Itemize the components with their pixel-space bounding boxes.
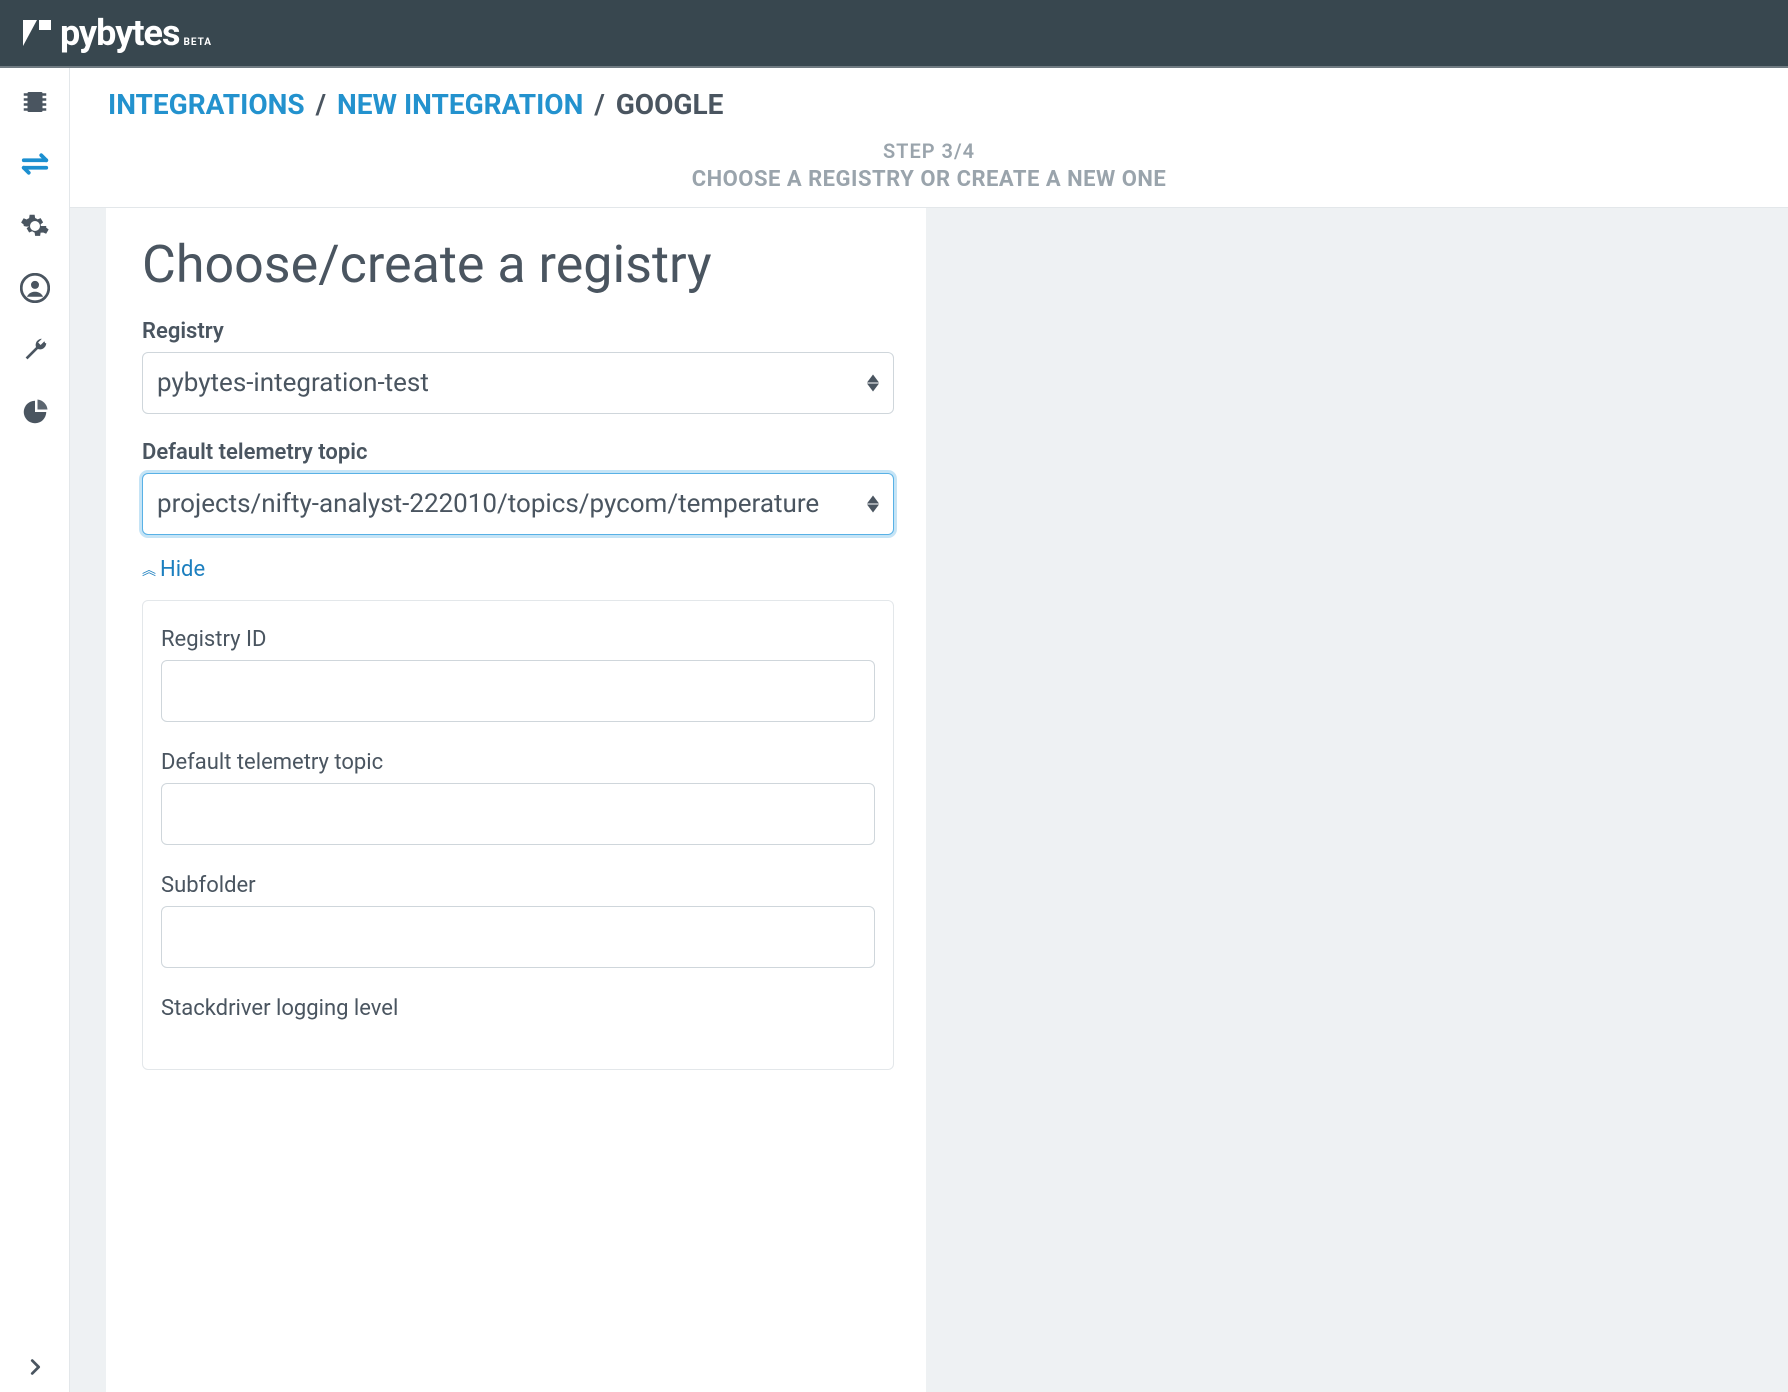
telemetry-topic-select[interactable]: projects/nifty-analyst-222010/topics/pyc… (142, 473, 894, 535)
sub-telemetry-input[interactable] (161, 783, 875, 845)
brand-name: pybytes (60, 12, 179, 54)
user-circle-icon (20, 273, 50, 303)
sidebar (0, 68, 70, 1392)
top-bar: pybytes BETA (0, 0, 1788, 68)
breadcrumb-sep: / (316, 88, 326, 121)
registry-label: Registry (142, 319, 894, 344)
wrench-icon (20, 335, 50, 365)
step-indicator: STEP 3/4 CHOOSE A REGISTRY OR CREATE A N… (108, 139, 1750, 192)
registry-select-value: pybytes-integration-test (157, 368, 429, 398)
gear-icon (20, 211, 50, 241)
telemetry-topic-label: Default telemetry topic (142, 440, 894, 465)
page-title: Choose/create a registry (142, 234, 894, 295)
step-description: CHOOSE A REGISTRY OR CREATE A NEW ONE (108, 167, 1750, 192)
brand-logo[interactable]: pybytes BETA (20, 12, 212, 54)
breadcrumb-new-integration[interactable]: NEW INTEGRATION (337, 88, 583, 121)
select-caret-icon (867, 496, 879, 513)
sidebar-item-settings[interactable] (19, 210, 51, 242)
brand-beta-badge: BETA (183, 37, 212, 48)
sidebar-item-account[interactable] (19, 272, 51, 304)
subfolder-label: Subfolder (161, 873, 875, 898)
breadcrumb: INTEGRATIONS / NEW INTEGRATION / GOOGLE (108, 88, 1750, 121)
sidebar-item-tools[interactable] (19, 334, 51, 366)
pie-chart-icon (20, 397, 50, 427)
form-panel: Choose/create a registry Registry pybyte… (106, 208, 926, 1392)
subfolder-input[interactable] (161, 906, 875, 968)
create-registry-panel: Registry ID Default telemetry topic Subf… (142, 600, 894, 1070)
registry-select[interactable]: pybytes-integration-test (142, 352, 894, 414)
sub-telemetry-label: Default telemetry topic (161, 750, 875, 775)
hide-label: Hide (160, 557, 205, 582)
breadcrumb-sep: / (594, 88, 604, 121)
sidebar-item-analytics[interactable] (19, 396, 51, 428)
logging-level-label: Stackdriver logging level (161, 996, 875, 1021)
brand-mark-icon (20, 16, 54, 50)
registry-id-label: Registry ID (161, 627, 875, 652)
breadcrumb-integrations[interactable]: INTEGRATIONS (108, 88, 305, 121)
select-caret-icon (867, 375, 879, 392)
sidebar-item-devices[interactable] (19, 86, 51, 118)
exchange-icon (20, 149, 50, 179)
chevron-right-icon (24, 1356, 46, 1378)
content-area: Choose/create a registry Registry pybyte… (70, 208, 1788, 1392)
breadcrumb-current: GOOGLE (616, 88, 724, 121)
step-number: STEP 3/4 (108, 139, 1750, 163)
chevron-up-double-icon: ︽ (142, 560, 156, 580)
telemetry-topic-value: projects/nifty-analyst-222010/topics/pyc… (157, 489, 819, 519)
sidebar-item-integrations[interactable] (19, 148, 51, 180)
hide-toggle[interactable]: ︽ Hide (142, 557, 894, 582)
registry-id-input[interactable] (161, 660, 875, 722)
chip-icon (20, 87, 50, 117)
page-header: INTEGRATIONS / NEW INTEGRATION / GOOGLE … (70, 68, 1788, 208)
sidebar-expand-button[interactable] (0, 1356, 69, 1378)
